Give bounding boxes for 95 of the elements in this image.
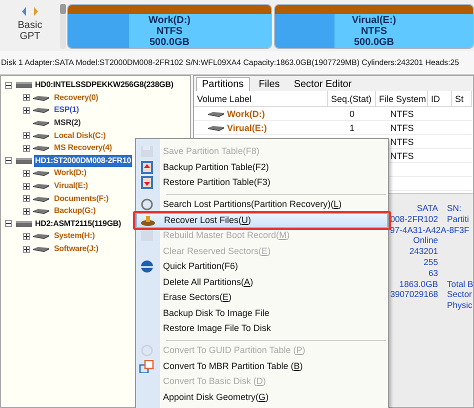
detail-label: Sector — [447, 289, 472, 300]
partition-block[interactable]: Work(D:) NTFS 500.0GB — [67, 4, 272, 49]
tab[interactable]: Partitions — [196, 77, 250, 91]
detail-label: SN: — [447, 203, 462, 214]
menu-item[interactable]: Delete All Partitions(A) — [136, 274, 388, 290]
disk-style-label: Basic — [18, 20, 42, 31]
drive-icon — [33, 120, 49, 126]
expand-toggle[interactable] — [23, 144, 30, 152]
table-cell: 1 — [328, 121, 376, 135]
drive-icon — [33, 107, 49, 114]
column-header[interactable]: St — [452, 91, 472, 107]
drive-icon — [33, 233, 49, 240]
file-system-label: NTFS — [360, 26, 388, 36]
partition-tree-item[interactable]: Virual(E:) — [53, 180, 89, 192]
menu-item[interactable]: Quick Partition(F6) — [136, 259, 388, 274]
partition-tree-item[interactable]: MSR(2) — [53, 117, 82, 130]
expand-toggle[interactable] — [23, 94, 30, 102]
column-header[interactable]: Volume Label — [194, 91, 328, 107]
menu-item[interactable]: Erase Sectors(E) — [136, 290, 388, 306]
partition-tree-item[interactable]: Recovery(0) — [53, 92, 100, 104]
partition-tree-item[interactable]: Local Disk(C:) — [53, 130, 107, 142]
detail-value: 63 — [428, 268, 438, 279]
disk-tree-item[interactable]: HD0:INTELSSDPEKKW256G8(238GB) — [34, 79, 174, 92]
menu-item[interactable]: Recover Lost Files(U) — [136, 212, 388, 228]
file-system-label: NTFS — [156, 26, 183, 36]
detail-value: 243201 — [409, 246, 438, 257]
globe-icon — [139, 260, 155, 274]
collapse-toggle[interactable] — [5, 220, 12, 228]
expand-toggle[interactable] — [23, 208, 30, 215]
volume-label-cell-text: Work(D:) — [227, 108, 265, 120]
partition-tree-item[interactable]: Software(J:) — [53, 243, 100, 256]
partition-block[interactable]: Virual(E:) NTFS 500.0GB — [274, 4, 474, 49]
partition-size: 500.0GB — [149, 36, 190, 48]
drive-icon — [208, 124, 224, 130]
menu-item[interactable]: Backup Disk To Image File — [136, 306, 388, 321]
drive-icon — [33, 94, 49, 101]
drive-icon — [33, 208, 49, 214]
column-header[interactable]: ID — [428, 91, 452, 107]
detail-value: SATA — [416, 203, 438, 214]
circle-icon — [139, 198, 155, 212]
table-cell: 0 — [328, 107, 376, 121]
collapse-toggle[interactable] — [5, 82, 12, 89]
menu-item[interactable]: Search Lost Partitions(Partition Recovery)(L) — [136, 197, 388, 212]
collapse-toggle[interactable] — [5, 157, 12, 164]
expand-toggle[interactable] — [23, 182, 30, 190]
detail-value: 3907029168 — [390, 289, 438, 300]
column-header[interactable]: File System — [376, 91, 428, 107]
disk-tree-item[interactable]: HD2:ASMT2115(119GB) — [34, 218, 122, 230]
document-icon — [139, 229, 155, 242]
column-header[interactable]: Seq.(Stat) — [328, 91, 376, 107]
table-cell: NTFS — [376, 121, 428, 135]
partition-tree-item[interactable]: System(H:) — [53, 230, 96, 242]
back-forward-arrows-icon[interactable] — [21, 7, 39, 16]
detail-value: 1863.0GB — [399, 278, 438, 290]
scrollbar[interactable] — [60, 4, 66, 49]
drive-icon — [33, 183, 49, 190]
partition-tree-item[interactable]: ESP(1) — [53, 104, 80, 116]
partition-tree-item[interactable]: Work(D:) — [53, 167, 88, 180]
disk-style-label: GPT — [20, 31, 40, 42]
detail-value: Online — [413, 235, 438, 246]
detail-label: Physic — [447, 300, 472, 311]
expand-toggle[interactable] — [23, 170, 30, 177]
drive-icon — [33, 246, 49, 252]
drive-icon — [33, 132, 49, 139]
drive-icon — [33, 170, 49, 176]
detail-value: 97-4A31-A42A-8F3F — [390, 224, 470, 236]
drive-icon — [208, 110, 224, 116]
partition-tree-item[interactable]: Backup(G:) — [53, 205, 97, 218]
detail-value: 255 — [424, 256, 438, 268]
detail-value: 008-2FR102 — [390, 214, 438, 225]
partition-size: 500.0GB — [354, 36, 394, 48]
table-cell: NTFS — [376, 107, 428, 121]
drive-icon — [33, 196, 49, 202]
detail-label: Total B — [447, 278, 473, 290]
expand-toggle[interactable] — [23, 132, 30, 140]
partition-name: Work(D:) — [148, 14, 191, 26]
recover-disk-icon — [140, 214, 156, 227]
tab[interactable]: Sector Editor — [288, 78, 357, 91]
partition-name: Virual(E:) — [352, 14, 396, 26]
expand-toggle[interactable] — [23, 106, 30, 114]
volume-label-cell-text: Virual(E:) — [227, 122, 267, 134]
expand-toggle[interactable] — [23, 195, 30, 202]
menu-item[interactable]: Convert To MBR Partition Table (B) — [136, 358, 388, 374]
expand-toggle[interactable] — [23, 246, 30, 253]
partition-tree-item[interactable]: MS Recovery(4) — [53, 142, 113, 154]
menu-item[interactable]: Appoint Disk Geometry(G) — [136, 390, 388, 405]
menu-item[interactable]: Restore Image File To Disk — [136, 321, 388, 336]
partition-tree-item[interactable]: Documents(F:) — [53, 192, 110, 205]
detail-label: Partiti — [447, 214, 469, 225]
menu-item[interactable]: Restore Partition Table(F3) — [136, 175, 388, 190]
disk-tree-item[interactable]: HD1:ST2000DM008-2FR10 — [34, 154, 132, 167]
expand-toggle[interactable] — [23, 232, 30, 240]
overlapping-squares-icon — [139, 360, 155, 373]
tab[interactable]: Files — [254, 78, 285, 91]
drive-icon — [33, 145, 49, 152]
